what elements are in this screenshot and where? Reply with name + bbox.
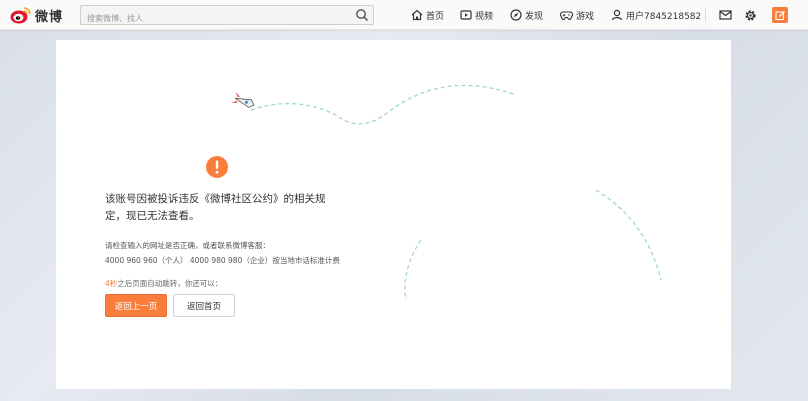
compose-icon bbox=[774, 10, 785, 20]
search-input[interactable] bbox=[81, 9, 341, 28]
home-icon bbox=[411, 9, 423, 21]
nav-user-label: 用户7845218582 bbox=[626, 11, 702, 22]
nav-game[interactable]: 游戏 bbox=[560, 0, 594, 30]
error-card: 该账号因被投诉违反《微博社区公约》的相关规定，现已无法查看。 请检查输入的网址是… bbox=[56, 40, 731, 389]
game-icon bbox=[560, 11, 573, 20]
nav-home-label: 首页 bbox=[426, 11, 445, 22]
search-icon[interactable] bbox=[355, 8, 369, 22]
dashed-trail-right bbox=[595, 189, 662, 281]
logo-text: 微博 bbox=[35, 9, 64, 25]
message-icon bbox=[718, 10, 732, 20]
message-button[interactable] bbox=[716, 6, 734, 24]
back-button[interactable]: 返回上一页 bbox=[105, 294, 167, 317]
settings-icon bbox=[744, 9, 756, 21]
error-illustration bbox=[231, 84, 662, 301]
compose-button[interactable] bbox=[772, 7, 788, 23]
user-icon bbox=[611, 9, 623, 21]
nav-divider bbox=[705, 8, 706, 22]
nav-game-label: 游戏 bbox=[576, 11, 595, 22]
dashed-trail-left bbox=[404, 239, 422, 301]
nav-discover[interactable]: 发现 bbox=[510, 0, 543, 30]
rocket-icon bbox=[231, 91, 255, 108]
nav-user[interactable]: 用户7845218582 bbox=[611, 0, 701, 30]
weibo-logo[interactable]: 微博 bbox=[10, 4, 63, 26]
nav-video-label: 视频 bbox=[475, 11, 494, 22]
redirect-countdown: 4秒 bbox=[105, 279, 118, 288]
video-icon bbox=[460, 10, 472, 20]
nav-home[interactable]: 首页 bbox=[411, 0, 444, 30]
top-navigation-bar: 微博 首页 视频 发现 游 bbox=[0, 0, 808, 30]
redirect-text: 之后页面自动跳转，你还可以： bbox=[117, 279, 223, 288]
nav-discover-label: 发现 bbox=[525, 11, 544, 22]
settings-button[interactable] bbox=[741, 6, 759, 24]
discover-icon bbox=[510, 9, 522, 21]
redirect-notice: 4秒之后页面自动跳转，你还可以： bbox=[105, 278, 222, 289]
search-box bbox=[80, 5, 374, 28]
nav-video[interactable]: 视频 bbox=[460, 0, 493, 30]
weibo-logo-icon bbox=[10, 7, 31, 24]
dashed-trail bbox=[250, 84, 517, 125]
